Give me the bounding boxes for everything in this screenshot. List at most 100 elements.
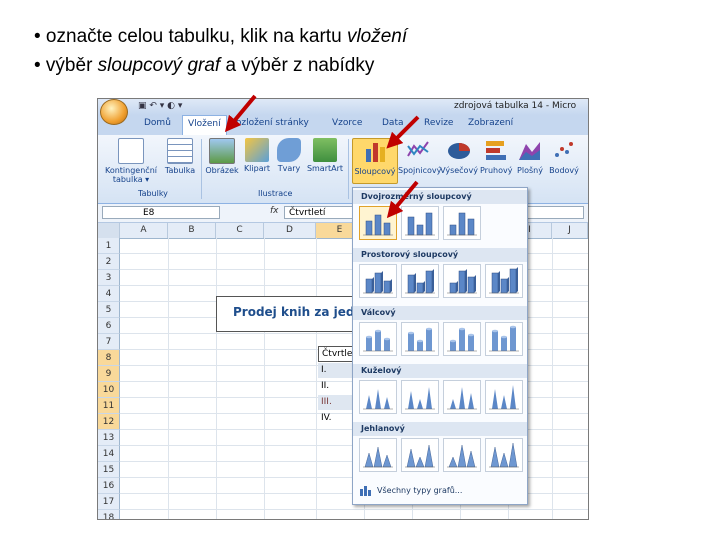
tab-formulas[interactable]: Vzorce — [332, 118, 362, 128]
bar-chart-button[interactable]: Pruhový — [480, 138, 512, 175]
row-header[interactable]: 12 — [98, 414, 120, 430]
chart-subtype-thumbnail[interactable] — [485, 264, 523, 298]
separator — [201, 139, 202, 199]
fx-icon[interactable]: fx — [270, 206, 279, 216]
chart-subtype-thumbnail[interactable] — [443, 322, 481, 356]
section-cone: Kuželový — [353, 364, 527, 378]
column-header[interactable]: D — [264, 223, 316, 238]
pivot-table-button[interactable]: Kontingenční tabulka ▾ — [102, 138, 160, 184]
instruction-line-1: • označte celou tabulku, klik na kartu v… — [34, 26, 408, 47]
column-header[interactable]: J — [552, 223, 588, 238]
tab-data[interactable]: Data — [382, 118, 404, 128]
column-header[interactable]: B — [168, 223, 216, 238]
column-header[interactable]: C — [216, 223, 264, 238]
area-chart-button[interactable]: Plošný — [514, 138, 546, 175]
shapes-button[interactable]: Tvary — [274, 138, 304, 173]
chart-subtype-thumbnail[interactable] — [485, 438, 523, 472]
tab-insert[interactable]: Vložení — [182, 115, 227, 135]
row-header[interactable]: 10 — [98, 382, 120, 398]
quick-access-toolbar[interactable]: ▣ ↶ ▾ ◐ ▾ — [138, 101, 182, 111]
chart-subtype-thumbnail[interactable] — [443, 264, 481, 298]
column-gridline — [552, 238, 553, 519]
chart-subtype-thumbnail[interactable] — [401, 206, 439, 240]
chart-subtype-thumbnail[interactable] — [443, 438, 481, 472]
row-header[interactable]: 13 — [98, 430, 120, 446]
row-header[interactable]: 8 — [98, 350, 120, 366]
pie-chart-button[interactable]: Výsečový — [440, 138, 478, 175]
row-gridline — [120, 509, 588, 510]
shapes-icon — [277, 138, 301, 162]
tab-home[interactable]: Domů — [144, 118, 171, 128]
chart-subtype-thumbnail[interactable] — [359, 322, 397, 356]
clipart-icon — [245, 138, 269, 162]
select-all-corner[interactable] — [98, 223, 120, 238]
group-tables-label: Tabulky — [138, 189, 168, 198]
row-header[interactable]: 18 — [98, 510, 120, 519]
row-header[interactable]: 4 — [98, 286, 120, 302]
chart-subtype-thumbnail[interactable] — [401, 264, 439, 298]
picture-button[interactable]: Obrázek — [204, 138, 240, 175]
area-chart-icon — [519, 142, 540, 160]
chart-subtype-thumbnail[interactable] — [443, 380, 481, 414]
separator — [348, 139, 349, 199]
smartart-button[interactable]: SmartArt — [306, 138, 344, 173]
tab-page-layout[interactable]: Rozložení stránky — [230, 118, 309, 128]
row-header[interactable]: 7 — [98, 334, 120, 350]
name-box[interactable]: E8 — [102, 206, 220, 219]
group-illustrations-label: Ilustrace — [258, 189, 293, 198]
tab-view[interactable]: Zobrazení — [468, 118, 513, 128]
section-pyramid: Jehlanový — [353, 422, 527, 436]
column-header[interactable]: A — [120, 223, 168, 238]
column-chart-button[interactable]: Sloupcový — [352, 138, 398, 184]
chart-subtype-thumbnail[interactable] — [401, 322, 439, 356]
smartart-icon — [313, 138, 337, 162]
chart-subtype-thumbnail[interactable] — [359, 438, 397, 472]
chart-title: Prodej knih za jedno — [233, 305, 372, 319]
row-header[interactable]: 15 — [98, 462, 120, 478]
excel-screenshot: ▣ ↶ ▾ ◐ ▾ zdrojová tabulka 14 - Micro Do… — [97, 98, 589, 520]
chart-subtype-thumbnail[interactable] — [443, 206, 481, 240]
tab-review[interactable]: Revize — [424, 118, 453, 128]
line-chart-button[interactable]: Spojnicový — [398, 138, 441, 175]
office-button[interactable] — [100, 99, 128, 125]
section-2d-column: Dvojrozměrný sloupcový — [353, 190, 527, 204]
chart-subtype-thumbnail[interactable] — [485, 322, 523, 356]
table-button[interactable]: Tabulka — [162, 138, 198, 175]
row-header[interactable]: 2 — [98, 254, 120, 270]
column-gridline — [168, 238, 169, 519]
row-header[interactable]: 11 — [98, 398, 120, 414]
all-chart-types-link[interactable]: Všechny typy grafů... — [353, 480, 527, 502]
row-header[interactable]: 9 — [98, 366, 120, 382]
chart-subtype-thumbnail[interactable] — [359, 206, 397, 240]
row-header[interactable]: 3 — [98, 270, 120, 286]
instructions: • označte celou tabulku, klik na kartu v… — [34, 22, 407, 80]
chart-subtype-thumbnail[interactable] — [359, 380, 397, 414]
column-gridline — [264, 238, 265, 519]
table-icon — [167, 138, 193, 164]
section-cylinder: Válcový — [353, 306, 527, 320]
row-header[interactable]: 16 — [98, 478, 120, 494]
row-header[interactable]: 1 — [98, 238, 120, 254]
row-header[interactable]: 5 — [98, 302, 120, 318]
window-title: zdrojová tabulka 14 - Micro — [454, 101, 577, 111]
chart-subtype-thumbnail[interactable] — [401, 438, 439, 472]
picture-icon — [209, 138, 235, 164]
chart-subtype-thumbnail[interactable] — [359, 264, 397, 298]
chart-subtype-thumbnail[interactable] — [485, 380, 523, 414]
section-3d-column: Prostorový sloupcový — [353, 248, 527, 262]
row-header[interactable]: 6 — [98, 318, 120, 334]
bar-chart-icon — [486, 141, 506, 160]
column-gridline — [316, 238, 317, 519]
clipart-button[interactable]: Klipart — [242, 138, 272, 173]
row-header[interactable]: 14 — [98, 446, 120, 462]
column-chart-icon — [366, 143, 385, 162]
scatter-chart-icon — [555, 142, 573, 157]
pie-chart-icon — [448, 143, 470, 159]
instruction-line-2: • výběr sloupcový graf a výběr z nabídky — [34, 55, 375, 76]
row-header[interactable]: 17 — [98, 494, 120, 510]
title-bar: ▣ ↶ ▾ ◐ ▾ zdrojová tabulka 14 - Micro — [98, 99, 588, 115]
pivot-table-icon — [118, 138, 144, 164]
chart-subtype-thumbnail[interactable] — [401, 380, 439, 414]
line-chart-icon — [407, 141, 429, 157]
scatter-chart-button[interactable]: Bodový — [548, 138, 580, 175]
